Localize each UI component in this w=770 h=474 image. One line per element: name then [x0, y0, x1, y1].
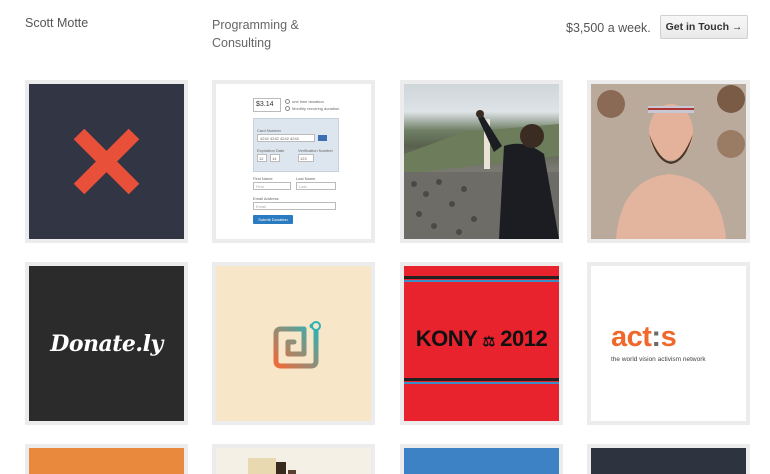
kony-word: KONY	[415, 326, 478, 351]
cvc-field: 123	[298, 154, 314, 162]
portfolio-tile-speech-photo[interactable]	[400, 80, 563, 243]
pixel-art-shape	[248, 458, 276, 474]
app-logo-icon	[273, 321, 321, 369]
last-name-label: Last Name	[296, 176, 316, 181]
kony-2012-text: KONY ⚖ 2012	[404, 326, 559, 352]
credit-card-icon	[318, 135, 327, 141]
card-number-field: 4242 4242 4242 4242	[257, 134, 315, 142]
exp-year-field: 14	[270, 154, 280, 162]
acts-logo: act:s	[611, 321, 677, 354]
portfolio-tile-app-icon[interactable]	[212, 262, 375, 425]
donately-logo-text: Donate.ly	[50, 330, 163, 357]
last-name-field: Last	[296, 182, 336, 190]
verification-label: Verification Number	[298, 148, 333, 153]
acts-subtitle: the world vision activism network	[611, 356, 706, 363]
first-name-field: First	[253, 182, 291, 190]
site-tagline: Programming & Consulting	[212, 18, 299, 50]
tile-thumbnail	[404, 448, 559, 474]
exp-month-field: 12	[257, 154, 267, 162]
card-number-label: Card Number	[257, 128, 282, 133]
portfolio-tile-donately[interactable]: Donate.ly	[25, 262, 188, 425]
tile-thumbnail	[216, 448, 371, 474]
acts-logo-main: act	[611, 321, 652, 353]
acts-thumbnail: act:s the world vision activism network	[591, 266, 746, 421]
kony-year: 2012	[500, 326, 548, 351]
x-mark-icon	[73, 128, 140, 195]
pixel-art-shape	[276, 462, 286, 474]
radio-icon	[285, 106, 290, 111]
tile-thumbnail	[29, 448, 184, 474]
first-name-label: First Name	[253, 176, 273, 181]
portfolio-tile-x[interactable]	[25, 80, 188, 243]
fan-photo-image	[591, 84, 746, 239]
kony-stripe	[404, 382, 559, 384]
kony-stripe	[404, 276, 559, 279]
kony-emblem-icon: ⚖	[482, 333, 496, 349]
kony-stripe	[404, 378, 559, 381]
app-icon-thumbnail	[216, 266, 371, 421]
option-monthly: Monthly recurring donation	[292, 106, 340, 111]
x-mark-thumbnail	[29, 84, 184, 239]
speech-photo-thumbnail	[404, 84, 559, 239]
submit-donation-button: Submit Donation	[253, 215, 293, 224]
amount-field: $3.14	[253, 98, 281, 112]
fan-photo-thumbnail	[591, 84, 746, 239]
get-in-touch-button[interactable]: Get in Touch →	[660, 15, 748, 39]
weekly-rate: $3,500 a week.	[566, 21, 651, 35]
expiration-label: Expiration Date	[257, 148, 285, 153]
email-field: Email	[253, 202, 336, 210]
option-one-time: one time donation	[292, 99, 324, 104]
portfolio-tile-acts[interactable]: act:s the world vision activism network	[587, 262, 750, 425]
pixel-art-shape	[288, 470, 296, 474]
tile-thumbnail	[591, 448, 746, 474]
speaker-photo-image	[404, 110, 559, 239]
acts-logo-end: s	[660, 321, 677, 353]
site-owner-name: Scott Motte	[25, 16, 89, 30]
kony-thumbnail: KONY ⚖ 2012	[404, 266, 559, 421]
donation-form-thumbnail: $3.14 one time donation Monthly recurrin…	[216, 84, 371, 239]
email-label: Email Address	[253, 196, 279, 201]
kony-stripe	[404, 280, 559, 282]
portfolio-tile-fan-photo[interactable]	[587, 80, 750, 243]
portfolio-tile-kony[interactable]: KONY ⚖ 2012	[400, 262, 563, 425]
card-info-panel	[253, 118, 339, 172]
donately-thumbnail: Donate.ly	[29, 266, 184, 421]
portfolio-tile-donation-form[interactable]: $3.14 one time donation Monthly recurrin…	[212, 80, 375, 243]
acts-logo-colon: :	[651, 321, 661, 353]
radio-icon	[285, 99, 290, 104]
